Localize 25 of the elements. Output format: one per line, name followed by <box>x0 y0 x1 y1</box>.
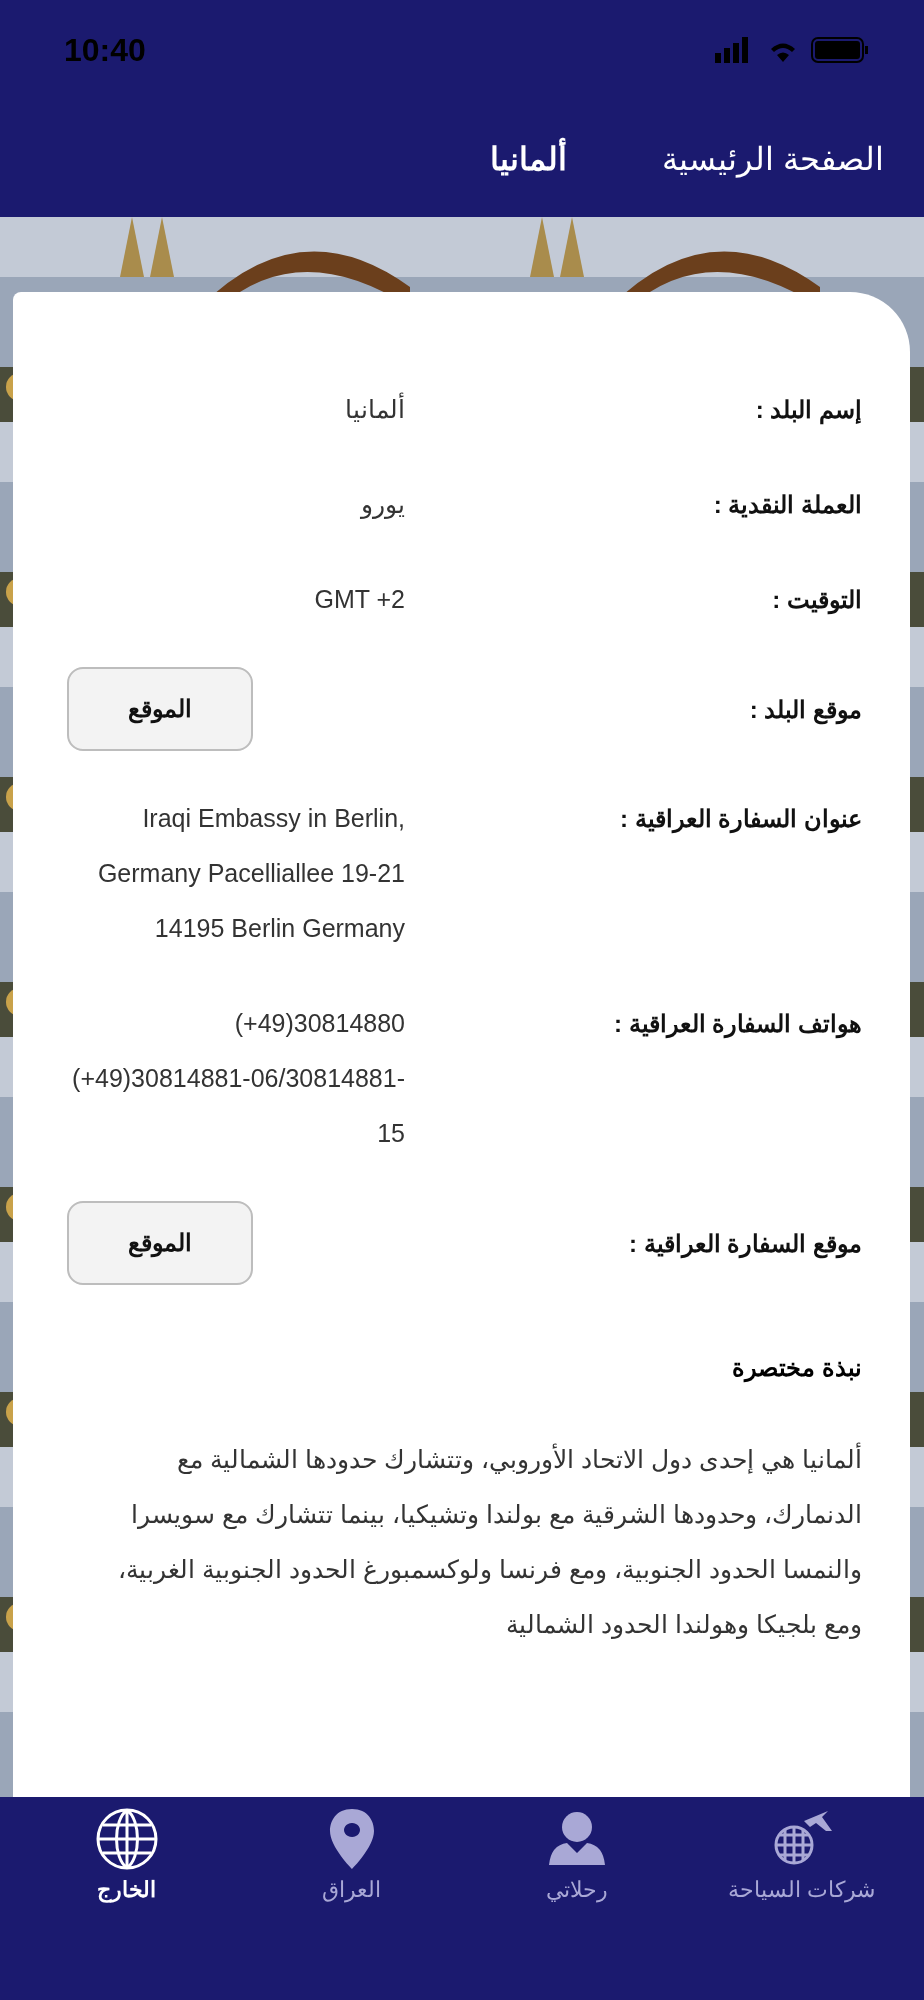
field-value: يورو <box>359 489 405 521</box>
field-label: عنوان السفارة العراقية : <box>619 804 862 836</box>
tab[interactable]: شركات السياحة <box>689 1807 914 1907</box>
field-label: التوقيت : <box>771 585 862 617</box>
description-text: ألمانيا هي إحدى دول الاتحاد الأوروبي، وتتشارك حدودها الشمالية مع الدنمارك، وحدودها الشرقية مع بولندا وتشيكيا، بينما تتشارك مع سويسرا والنمسا الحدود الجنوبية، ومع فرنسا ولوكسمبورغ الحدود الجنوبية الغربية، ومع بلجيكا وهولندا الحدود الشمالية <box>53 1432 862 1652</box>
page-title: ألمانيا <box>490 139 568 178</box>
tab[interactable]: الخارج <box>14 1807 239 1907</box>
field-label: إسم البلد : <box>754 395 862 427</box>
location-button[interactable]: الموقع <box>67 1201 253 1285</box>
back-link[interactable]: الصفحة الرئيسية <box>662 139 884 178</box>
globe-icon <box>94 1807 159 1871</box>
field-label: موقع البلد : <box>748 694 862 727</box>
field-value: Iraqi Embassy in Berlin, Germany Pacelliallee 19-21 14195 Berlin Germany <box>96 803 405 944</box>
section-heading: نبذة مختصرة <box>731 1353 862 1385</box>
field-label: موقع السفارة العراقية : <box>628 1228 862 1261</box>
field-value: GMT +2 <box>313 584 405 615</box>
field-value: ألمانيا <box>60 382 405 437</box>
tab[interactable]: العراق <box>239 1807 464 1907</box>
field-label: العملة النقدية : <box>712 490 862 520</box>
battery-icon <box>811 37 869 63</box>
location-button[interactable]: الموقع <box>67 667 253 751</box>
status-time: 10:40 <box>64 31 146 69</box>
field-value: (+49)30814880 (+49)30814881-06/30814881-15 <box>71 1008 405 1149</box>
field-label: هواتف السفارة العراقية : <box>613 1009 862 1041</box>
tab[interactable]: رحلاتي <box>464 1807 689 1907</box>
